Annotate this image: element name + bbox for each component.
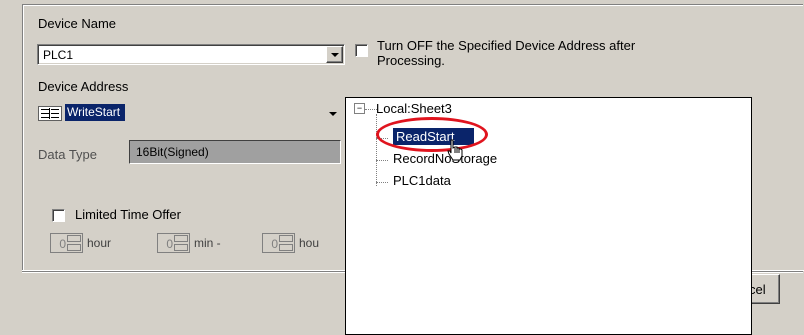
second-spinner[interactable]: 0	[262, 233, 295, 253]
turn-off-label-line2: Processing.	[377, 53, 445, 68]
device-name-dropdown-button[interactable]	[326, 46, 343, 63]
device-name-combobox[interactable]: PLC1	[37, 44, 345, 65]
turn-off-label: Turn OFF the Specified Device Address af…	[377, 38, 635, 68]
data-type-value: 16Bit(Signed)	[136, 145, 209, 159]
device-address-combobox[interactable]: WriteStart	[37, 103, 345, 124]
device-address-input[interactable]: WriteStart	[65, 104, 125, 121]
device-address-value: WriteStart	[67, 105, 121, 119]
spin-down-icon[interactable]	[174, 244, 188, 251]
address-tree-popup[interactable]: − Local:Sheet3 ReadStart RecordNoStorage…	[345, 97, 752, 335]
tree-item[interactable]: PLC1data	[393, 173, 451, 188]
turn-off-label-line1: Turn OFF the Specified Device Address af…	[377, 38, 636, 53]
hour-spinner[interactable]: 0	[50, 233, 83, 253]
hour-label: hour	[87, 236, 112, 250]
data-type-label: Data Type	[38, 147, 98, 162]
spin-down-icon[interactable]	[279, 244, 293, 251]
minute-spinner[interactable]: 0	[157, 233, 190, 253]
device-address-dropdown-button[interactable]	[325, 106, 341, 122]
address-grid-icon[interactable]	[38, 106, 62, 121]
chevron-down-icon	[330, 52, 339, 57]
device-name-value: PLC1	[43, 48, 74, 62]
tree-root-label[interactable]: Local:Sheet3	[376, 101, 452, 116]
spin-up-icon[interactable]	[174, 235, 188, 242]
turn-off-checkbox[interactable]	[355, 44, 368, 57]
limited-time-label: Limited Time Offer	[75, 207, 181, 222]
data-type-field: 16Bit(Signed)	[129, 140, 341, 164]
minute-value: 0	[166, 237, 173, 251]
tree-collapse-toggle[interactable]: −	[354, 103, 365, 114]
spin-down-icon[interactable]	[67, 244, 81, 251]
highlight-circle	[376, 117, 488, 152]
hand-cursor-icon	[447, 139, 463, 161]
spin-up-icon[interactable]	[67, 235, 81, 242]
device-address-label: Device Address	[38, 79, 129, 94]
minute-label: min -	[194, 236, 221, 250]
limited-time-checkbox[interactable]	[52, 209, 65, 222]
second-value: 0	[271, 237, 278, 251]
spin-up-icon[interactable]	[279, 235, 293, 242]
second-label: hou	[299, 236, 320, 250]
device-name-label: Device Name	[38, 16, 117, 31]
chevron-down-icon	[329, 112, 337, 116]
hour-value: 0	[59, 237, 66, 251]
